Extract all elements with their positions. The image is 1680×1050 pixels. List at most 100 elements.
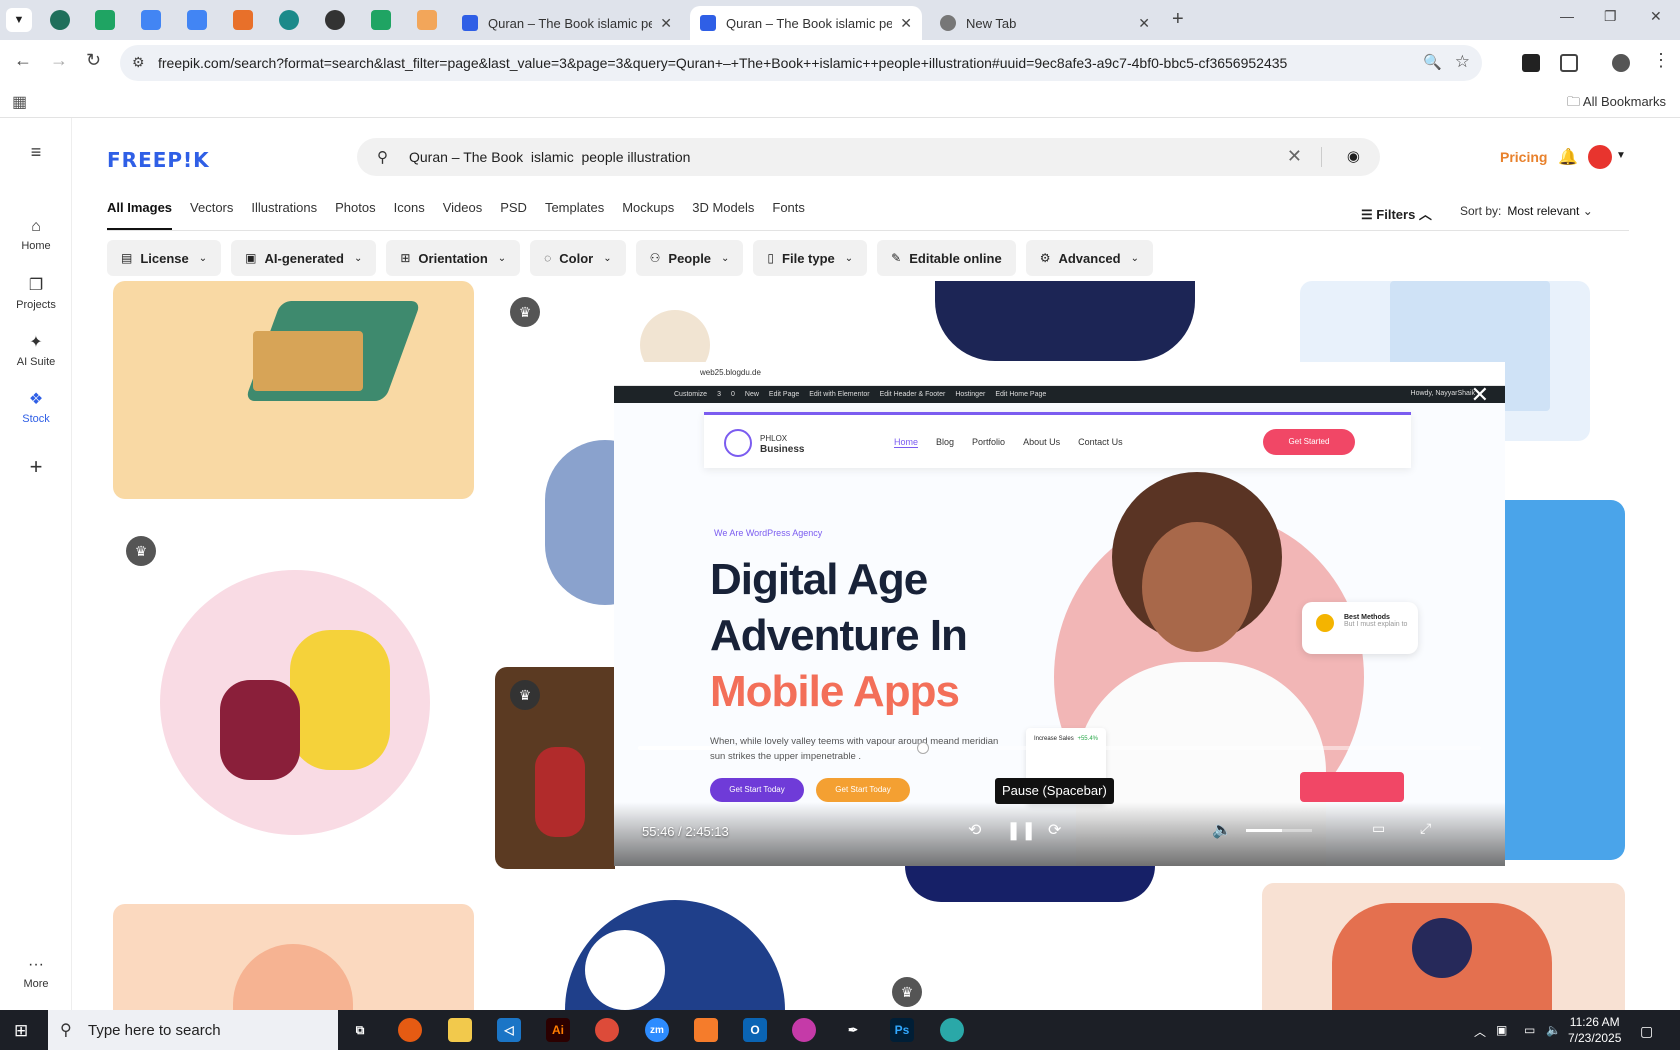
bookmark-star-icon[interactable]: ☆ <box>1455 52 1470 72</box>
volume-slider[interactable] <box>1246 829 1312 832</box>
filters-button[interactable]: ☰ Filters ︿ <box>1361 204 1432 223</box>
firefox-icon[interactable] <box>398 1018 422 1042</box>
reload-icon[interactable]: ↻ <box>86 50 101 71</box>
tab-vectors[interactable]: Vectors <box>190 200 233 230</box>
sort-dropdown[interactable]: Sort by: Most relevant ⌄ <box>1460 204 1593 218</box>
tab-mockups[interactable]: Mockups <box>622 200 674 230</box>
tab-videos[interactable]: Videos <box>443 200 483 230</box>
network-icon[interactable]: ▭ <box>1524 1023 1535 1037</box>
pinned-tab-sheets-icon[interactable] <box>371 10 391 30</box>
pinned-tab-icon[interactable] <box>50 10 70 30</box>
search-input[interactable]: Quran – The Book islamic people illustra… <box>409 149 690 165</box>
taskbar-search[interactable]: ⚲ Type here to search <box>48 1010 338 1050</box>
sidenav-item-ai-suite[interactable]: ✦ AI Suite <box>0 332 72 368</box>
pinned-tab-docs-icon[interactable] <box>187 10 207 30</box>
chrome-icon[interactable] <box>595 1018 619 1042</box>
more-menu-icon[interactable]: ⋮ <box>1652 50 1670 71</box>
tab-icons[interactable]: Icons <box>394 200 425 230</box>
close-tab-icon[interactable]: ✕ <box>900 15 912 32</box>
sidenav-item-projects[interactable]: ❐ Projects <box>0 275 72 311</box>
close-tab-icon[interactable]: ✕ <box>1138 15 1150 32</box>
pinned-tab-sheets-icon[interactable] <box>95 10 115 30</box>
volume-icon[interactable]: 🔈 <box>1212 820 1232 840</box>
video-seek-bar[interactable] <box>638 742 1481 754</box>
pinned-tab-docs-icon[interactable] <box>141 10 161 30</box>
chip-license[interactable]: ▤ License ⌄ <box>107 240 222 276</box>
close-video-icon[interactable]: ✕ <box>1471 384 1489 406</box>
camera-search-icon[interactable]: ◉ <box>1347 147 1360 165</box>
tab-psd[interactable]: PSD <box>500 200 527 230</box>
pinned-tab-icon[interactable] <box>417 10 437 30</box>
chip-people[interactable]: ⚇ People ⌄ <box>635 240 744 276</box>
chip-file-type[interactable]: ▯ File type ⌄ <box>753 240 868 276</box>
tab-quran-active[interactable]: Quran – The Book islamic peop ✕ <box>690 6 922 40</box>
notifications-icon[interactable]: ▢ <box>1640 1023 1653 1040</box>
hamburger-menu-icon[interactable]: ≡ <box>0 142 72 163</box>
windows-start-icon[interactable]: ⊞ <box>14 1021 28 1041</box>
chip-orientation[interactable]: ⊞ Orientation ⌄ <box>386 240 521 276</box>
back-icon[interactable]: ← <box>14 50 32 71</box>
sidenav-item-stock[interactable]: ❖ Stock <box>0 389 72 425</box>
pause-icon[interactable]: ❚❚ <box>1006 820 1036 841</box>
extensions-puzzle-icon[interactable] <box>1560 54 1578 72</box>
tab-illustrations[interactable]: Illustrations <box>251 200 317 230</box>
result-thumbnail[interactable] <box>905 866 1155 902</box>
pinned-tab-chatgpt-icon[interactable] <box>325 10 345 30</box>
new-tab-plus-icon[interactable]: + <box>1172 8 1184 31</box>
task-view-icon[interactable]: ⧉ <box>348 1018 372 1042</box>
forward-10-icon[interactable]: ⟳ <box>1048 820 1061 840</box>
sidenav-item-home[interactable]: ⌂ Home <box>0 218 72 252</box>
captions-icon[interactable]: ▭ <box>1372 820 1385 837</box>
volume-icon[interactable]: 🔈 <box>1546 1023 1561 1037</box>
tab-templates[interactable]: Templates <box>545 200 604 230</box>
app-icon[interactable] <box>792 1018 816 1042</box>
app-icon[interactable] <box>694 1018 718 1042</box>
pinned-tab-icon[interactable] <box>233 10 253 30</box>
chip-editable-online[interactable]: ✎ Editable online <box>877 240 1016 276</box>
tray-chevron-icon[interactable]: ︿ <box>1474 1023 1486 1040</box>
pinned-tab-icon[interactable] <box>279 10 299 30</box>
taskbar-clock[interactable]: 11:26 AM 7/23/2025 <box>1568 1014 1621 1046</box>
outlook-icon[interactable]: O <box>743 1018 767 1042</box>
tab-new-tab[interactable]: New Tab ✕ <box>930 6 1160 40</box>
tab-photos[interactable]: Photos <box>335 200 375 230</box>
rewind-10-icon[interactable]: ⟲ <box>968 820 981 840</box>
restore-icon[interactable]: ❐ <box>1604 8 1617 25</box>
chevron-down-icon[interactable]: ▼ <box>1616 150 1626 161</box>
tab-fonts[interactable]: Fonts <box>772 200 805 230</box>
tab-all-images[interactable]: All Images <box>107 200 173 230</box>
result-thumbnail[interactable] <box>1262 883 1625 1010</box>
extension-icon[interactable] <box>1522 54 1540 72</box>
pen-icon[interactable]: ✒ <box>841 1018 865 1042</box>
chip-advanced[interactable]: ⚙ Advanced ⌄ <box>1025 240 1153 276</box>
video-seek-handle[interactable] <box>916 742 929 754</box>
forward-icon[interactable]: → <box>50 50 68 71</box>
result-thumbnail[interactable] <box>565 900 785 1010</box>
add-plus-icon[interactable]: + <box>0 454 72 480</box>
vscode-icon[interactable]: ◁ <box>497 1018 521 1042</box>
chip-color[interactable]: ◌ Color ⌄ <box>530 240 626 276</box>
result-thumbnail[interactable] <box>935 281 1195 361</box>
bell-icon[interactable]: 🔔 <box>1558 147 1578 167</box>
result-thumbnail[interactable] <box>113 904 474 1010</box>
zoom-icon[interactable]: 🔍 <box>1423 53 1442 71</box>
avatar[interactable] <box>1588 145 1612 169</box>
zoom-icon[interactable]: zm <box>645 1018 669 1042</box>
close-window-icon[interactable]: ✕ <box>1650 8 1662 25</box>
profile-avatar-icon[interactable] <box>1612 54 1630 72</box>
minimize-icon[interactable]: — <box>1560 8 1574 24</box>
freepik-logo[interactable]: FREEP!K <box>107 148 210 172</box>
tab-search-chevron-icon[interactable]: ▼ <box>6 8 32 32</box>
chip-ai-generated[interactable]: ▣ AI-generated ⌄ <box>231 240 377 276</box>
all-bookmarks-button[interactable]: 🗀 All Bookmarks <box>1567 93 1666 115</box>
close-tab-icon[interactable]: ✕ <box>660 15 672 32</box>
tray-icon[interactable]: ▣ <box>1496 1023 1507 1037</box>
pricing-link[interactable]: Pricing <box>1500 149 1547 165</box>
illustrator-icon[interactable]: Ai <box>546 1018 570 1042</box>
photoshop-icon[interactable]: Ps <box>890 1018 914 1042</box>
file-explorer-icon[interactable] <box>448 1018 472 1042</box>
apps-grid-icon[interactable]: ▦ <box>12 92 27 112</box>
tab-quran-1[interactable]: Quran – The Book islamic peop ✕ <box>452 6 682 40</box>
clear-search-icon[interactable]: ✕ <box>1287 146 1302 167</box>
search-bar[interactable]: ⚲ Quran – The Book islamic people illust… <box>357 138 1380 176</box>
